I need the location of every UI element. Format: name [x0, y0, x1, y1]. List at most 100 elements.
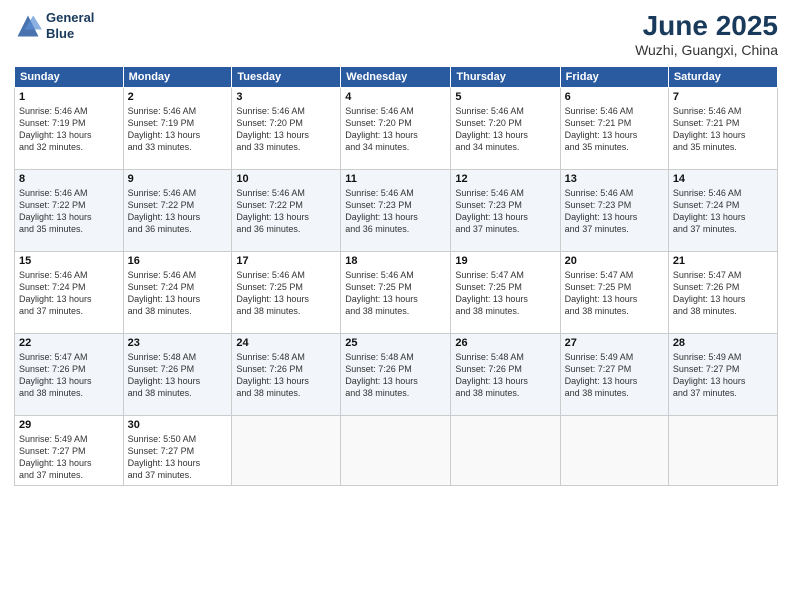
- day-number: 22: [19, 337, 119, 349]
- day-number: 11: [345, 173, 446, 185]
- day-number: 15: [19, 255, 119, 267]
- day-number: 3: [236, 91, 336, 103]
- calendar-header-row: Sunday Monday Tuesday Wednesday Thursday…: [15, 67, 778, 88]
- cell-info: Sunrise: 5:46 AMSunset: 7:24 PMDaylight:…: [673, 187, 773, 236]
- table-row: 17 Sunrise: 5:46 AMSunset: 7:25 PMDayligh…: [232, 252, 341, 334]
- col-tuesday: Tuesday: [232, 67, 341, 88]
- cell-info: Sunrise: 5:46 AMSunset: 7:22 PMDaylight:…: [236, 187, 336, 236]
- cell-info: Sunrise: 5:46 AMSunset: 7:21 PMDaylight:…: [565, 105, 664, 154]
- day-number: 30: [128, 419, 228, 431]
- table-row: 14Sunrise: 5:46 AMSunset: 7:24 PMDayligh…: [668, 170, 777, 252]
- day-number: 8: [19, 173, 119, 185]
- table-row: 3 Sunrise: 5:46 AMSunset: 7:20 PMDaylight…: [232, 88, 341, 170]
- table-row: 1 Sunrise: 5:46 AMSunset: 7:19 PMDaylight…: [15, 88, 124, 170]
- page: General Blue June 2025 Wuzhi, Guangxi, C…: [0, 0, 792, 612]
- cell-info: Sunrise: 5:46 AMSunset: 7:19 PMDaylight:…: [128, 105, 228, 154]
- cell-info: Sunrise: 5:46 AMSunset: 7:20 PMDaylight:…: [455, 105, 555, 154]
- table-row: 16Sunrise: 5:46 AMSunset: 7:24 PMDayligh…: [123, 252, 232, 334]
- cell-info: Sunrise: 5:49 AMSunset: 7:27 PMDaylight:…: [19, 433, 119, 482]
- day-number: 17: [236, 255, 336, 267]
- table-row: 20Sunrise: 5:47 AMSunset: 7:25 PMDayligh…: [560, 252, 668, 334]
- day-number: 20: [565, 255, 664, 267]
- col-saturday: Saturday: [668, 67, 777, 88]
- month-title: June 2025: [635, 10, 778, 42]
- day-number: 29: [19, 419, 119, 431]
- table-row: [232, 416, 341, 486]
- cell-info: Sunrise: 5:46 AMSunset: 7:23 PMDaylight:…: [455, 187, 555, 236]
- table-row: [341, 416, 451, 486]
- table-row: 30 Sunrise: 5:50 AMSunset: 7:27 PMDayligh…: [123, 416, 232, 486]
- table-row: 23 Sunrise: 5:48 AMSunset: 7:26 PMDayligh…: [123, 334, 232, 416]
- col-thursday: Thursday: [451, 67, 560, 88]
- day-number: 2: [128, 91, 228, 103]
- cell-info: Sunrise: 5:46 AMSunset: 7:21 PMDaylight:…: [673, 105, 773, 154]
- day-number: 6: [565, 91, 664, 103]
- table-row: 11 Sunrise: 5:46 AMSunset: 7:23 PMDayligh…: [341, 170, 451, 252]
- day-number: 23: [128, 337, 228, 349]
- day-number: 1: [19, 91, 119, 103]
- table-row: 8 Sunrise: 5:46 AMSunset: 7:22 PMDaylight…: [15, 170, 124, 252]
- col-monday: Monday: [123, 67, 232, 88]
- cell-info: Sunrise: 5:47 AMSunset: 7:26 PMDaylight:…: [673, 269, 773, 318]
- table-row: 15 Sunrise: 5:46 AMSunset: 7:24 PMDayligh…: [15, 252, 124, 334]
- day-number: 7: [673, 91, 773, 103]
- col-friday: Friday: [560, 67, 668, 88]
- day-number: 24: [236, 337, 336, 349]
- table-row: 28 Sunrise: 5:49 AMSunset: 7:27 PMDayligh…: [668, 334, 777, 416]
- logo-line1: General: [46, 10, 94, 26]
- cell-info: Sunrise: 5:46 AMSunset: 7:24 PMDaylight:…: [128, 269, 228, 318]
- calendar-week-1: 1 Sunrise: 5:46 AMSunset: 7:19 PMDaylight…: [15, 88, 778, 170]
- day-number: 19: [455, 255, 555, 267]
- table-row: 29 Sunrise: 5:49 AMSunset: 7:27 PMDayligh…: [15, 416, 124, 486]
- cell-info: Sunrise: 5:46 AMSunset: 7:20 PMDaylight:…: [236, 105, 336, 154]
- table-row: 12 Sunrise: 5:46 AMSunset: 7:23 PMDayligh…: [451, 170, 560, 252]
- day-number: 9: [128, 173, 228, 185]
- table-row: 6 Sunrise: 5:46 AMSunset: 7:21 PMDaylight…: [560, 88, 668, 170]
- day-number: 27: [565, 337, 664, 349]
- day-number: 18: [345, 255, 446, 267]
- day-number: 28: [673, 337, 773, 349]
- cell-info: Sunrise: 5:46 AMSunset: 7:22 PMDaylight:…: [19, 187, 119, 236]
- day-number: 4: [345, 91, 446, 103]
- header: General Blue June 2025 Wuzhi, Guangxi, C…: [14, 10, 778, 58]
- location: Wuzhi, Guangxi, China: [635, 42, 778, 58]
- table-row: [451, 416, 560, 486]
- calendar-week-2: 8 Sunrise: 5:46 AMSunset: 7:22 PMDaylight…: [15, 170, 778, 252]
- table-row: [668, 416, 777, 486]
- generalblue-logo-icon: [14, 12, 42, 40]
- table-row: 22 Sunrise: 5:47 AMSunset: 7:26 PMDayligh…: [15, 334, 124, 416]
- day-number: 12: [455, 173, 555, 185]
- table-row: 10 Sunrise: 5:46 AMSunset: 7:22 PMDayligh…: [232, 170, 341, 252]
- day-number: 26: [455, 337, 555, 349]
- table-row: [560, 416, 668, 486]
- cell-info: Sunrise: 5:49 AMSunset: 7:27 PMDaylight:…: [565, 351, 664, 400]
- day-number: 10: [236, 173, 336, 185]
- col-sunday: Sunday: [15, 67, 124, 88]
- cell-info: Sunrise: 5:50 AMSunset: 7:27 PMDaylight:…: [128, 433, 228, 482]
- cell-info: Sunrise: 5:46 AMSunset: 7:23 PMDaylight:…: [345, 187, 446, 236]
- cell-info: Sunrise: 5:47 AMSunset: 7:25 PMDaylight:…: [455, 269, 555, 318]
- cell-info: Sunrise: 5:48 AMSunset: 7:26 PMDaylight:…: [236, 351, 336, 400]
- table-row: 18 Sunrise: 5:46 AMSunset: 7:25 PMDayligh…: [341, 252, 451, 334]
- cell-info: Sunrise: 5:46 AMSunset: 7:24 PMDaylight:…: [19, 269, 119, 318]
- table-row: 5Sunrise: 5:46 AMSunset: 7:20 PMDaylight…: [451, 88, 560, 170]
- table-row: 2 Sunrise: 5:46 AMSunset: 7:19 PMDaylight…: [123, 88, 232, 170]
- cell-info: Sunrise: 5:46 AMSunset: 7:25 PMDaylight:…: [236, 269, 336, 318]
- logo-line2: Blue: [46, 26, 94, 42]
- calendar-week-3: 15 Sunrise: 5:46 AMSunset: 7:24 PMDayligh…: [15, 252, 778, 334]
- cell-info: Sunrise: 5:46 AMSunset: 7:19 PMDaylight:…: [19, 105, 119, 154]
- cell-info: Sunrise: 5:48 AMSunset: 7:26 PMDaylight:…: [128, 351, 228, 400]
- cell-info: Sunrise: 5:46 AMSunset: 7:25 PMDaylight:…: [345, 269, 446, 318]
- cell-info: Sunrise: 5:48 AMSunset: 7:26 PMDaylight:…: [455, 351, 555, 400]
- day-number: 13: [565, 173, 664, 185]
- table-row: 13 Sunrise: 5:46 AMSunset: 7:23 PMDayligh…: [560, 170, 668, 252]
- table-row: 21Sunrise: 5:47 AMSunset: 7:26 PMDayligh…: [668, 252, 777, 334]
- cell-info: Sunrise: 5:47 AMSunset: 7:26 PMDaylight:…: [19, 351, 119, 400]
- table-row: 19 Sunrise: 5:47 AMSunset: 7:25 PMDayligh…: [451, 252, 560, 334]
- title-area: June 2025 Wuzhi, Guangxi, China: [635, 10, 778, 58]
- calendar-week-5: 29 Sunrise: 5:49 AMSunset: 7:27 PMDayligh…: [15, 416, 778, 486]
- calendar: Sunday Monday Tuesday Wednesday Thursday…: [14, 66, 778, 486]
- cell-info: Sunrise: 5:49 AMSunset: 7:27 PMDaylight:…: [673, 351, 773, 400]
- cell-info: Sunrise: 5:46 AMSunset: 7:23 PMDaylight:…: [565, 187, 664, 236]
- day-number: 25: [345, 337, 446, 349]
